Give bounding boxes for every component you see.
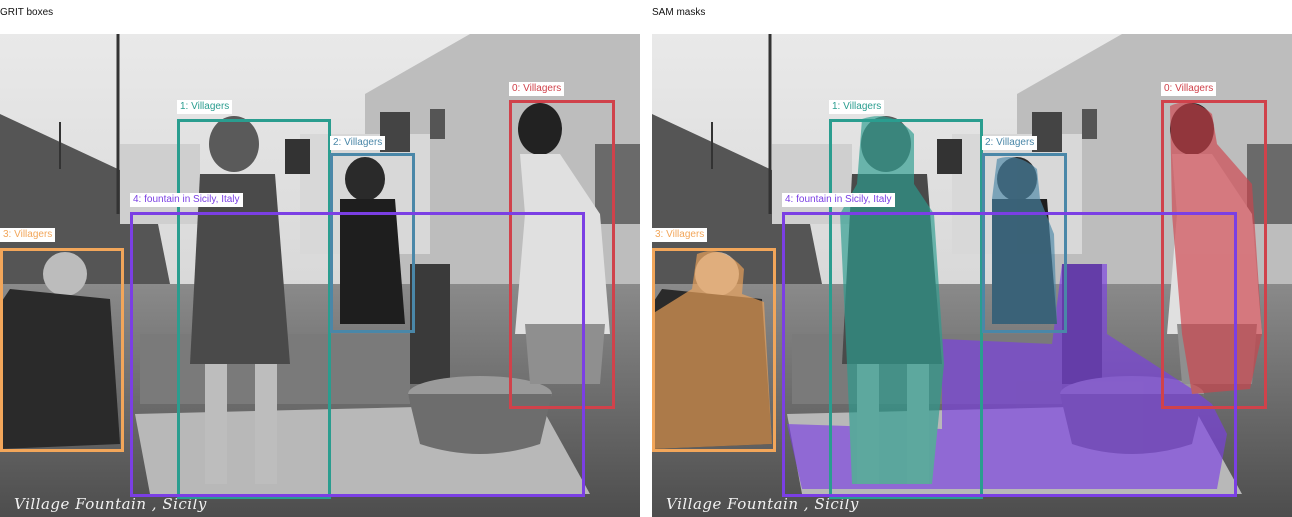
right-panel-title: SAM masks xyxy=(652,7,706,18)
mask-label-3: 3: Villagers xyxy=(652,228,708,242)
detection-label-0: 0: Villagers xyxy=(509,82,565,96)
detection-box-4 xyxy=(130,212,585,497)
left-panel-title: GRIT boxes xyxy=(0,7,54,18)
mask-label-1: 1: Villagers xyxy=(829,100,885,114)
detection-label-3: 3: Villagers xyxy=(0,228,56,242)
mask-label-2: 2: Villagers xyxy=(982,136,1038,150)
mask-box-4 xyxy=(782,212,1237,497)
mask-box-3 xyxy=(652,248,776,452)
mask-label-4: 4: fountain in Sicily, Italy xyxy=(782,193,895,207)
sam-masks-panel: Village Fountain , Sicily 0: Villagers 1… xyxy=(652,34,1292,517)
detection-label-1: 1: Villagers xyxy=(177,100,233,114)
detection-label-4: 4: fountain in Sicily, Italy xyxy=(130,193,243,207)
detection-box-3 xyxy=(0,248,124,452)
grit-boxes-panel: Village Fountain , Sicily 0: Villagers 1… xyxy=(0,34,640,517)
mask-label-0: 0: Villagers xyxy=(1161,82,1217,96)
detection-label-2: 2: Villagers xyxy=(330,136,386,150)
